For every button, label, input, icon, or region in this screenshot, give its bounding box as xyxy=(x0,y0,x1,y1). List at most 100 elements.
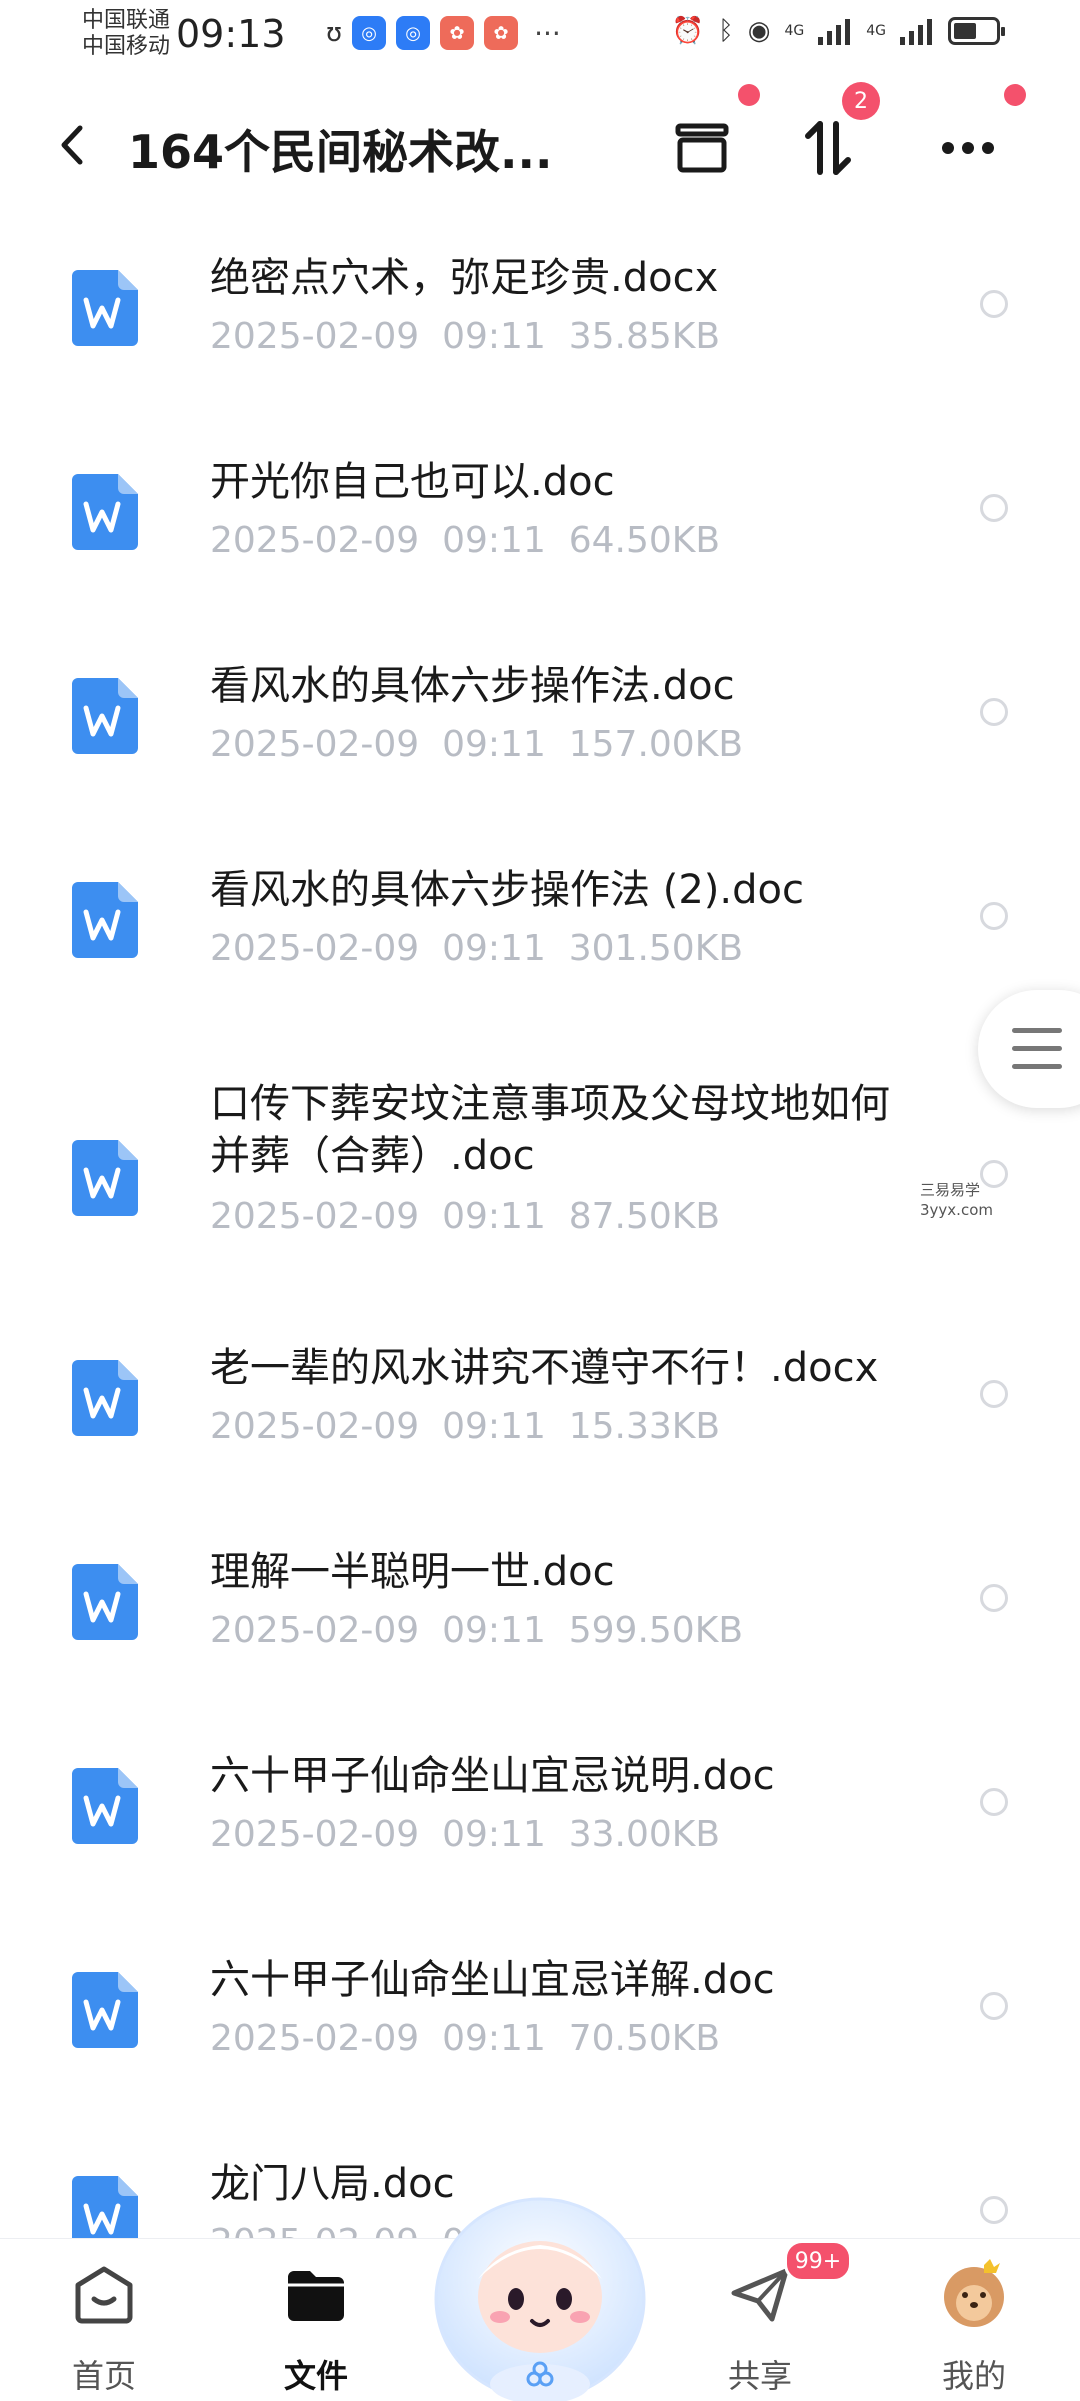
file-time: 09:11 xyxy=(442,1196,546,1237)
sort-button[interactable] xyxy=(790,110,866,186)
network-type-1: 4G xyxy=(784,23,805,39)
file-name: 绝密点穴术，弥足珍贵.docx xyxy=(210,255,719,301)
nav-share-label: 共享 xyxy=(727,2357,792,2395)
nav-home-label: 首页 xyxy=(71,2357,136,2395)
file-name: 六十甲子仙命坐山宜忌详解.doc xyxy=(210,1957,775,2003)
carrier-labels: 中国联通 中国移动 xyxy=(82,8,170,60)
file-date: 2025-02-09 xyxy=(210,2018,420,2059)
file-date: 2025-02-09 xyxy=(210,928,420,969)
file-time: 09:11 xyxy=(442,316,546,357)
file-meta: 2025-02-09 09:11 157.00KB xyxy=(210,724,743,765)
word-document-icon xyxy=(72,1768,138,1844)
file-date: 2025-02-09 xyxy=(210,1406,420,1447)
file-row[interactable]: 开光你自己也可以.doc 2025-02-09 09:11 64.50KB xyxy=(0,434,1080,624)
select-radio[interactable] xyxy=(980,1992,1008,2020)
file-size: 599.50KB xyxy=(568,1610,744,1651)
battery-icon xyxy=(948,17,1005,45)
file-name: 理解一半聪明一世.doc xyxy=(210,1549,615,1595)
nav-mine[interactable]: 我的 xyxy=(904,2259,1044,2399)
select-radio[interactable] xyxy=(980,2196,1008,2224)
archive-icon xyxy=(675,123,729,173)
file-row[interactable]: 老一辈的风水讲究不遵守不行！.docx 2025-02-09 09:11 15.3… xyxy=(0,1320,1080,1510)
archive-notification-dot xyxy=(738,84,760,106)
bluetooth-icon: ᛒ xyxy=(718,16,734,46)
assistant-mascot-icon[interactable] xyxy=(430,2179,650,2401)
word-document-icon xyxy=(72,1564,138,1640)
file-meta: 2025-02-09 09:11 35.85KB xyxy=(210,316,720,357)
file-time: 09:11 xyxy=(442,1610,546,1651)
file-meta: 2025-02-09 09:11 301.50KB xyxy=(210,928,743,969)
bottom-navigation: 首页 文件 共享 我的 xyxy=(0,2197,1080,2401)
file-meta: 2025-02-09 09:11 70.50KB xyxy=(210,2018,720,2059)
nav-files-label: 文件 xyxy=(283,2357,348,2395)
file-date: 2025-02-09 xyxy=(210,1196,420,1237)
file-row[interactable]: 绝密点穴术，弥足珍贵.docx 2025-02-09 09:11 35.85KB xyxy=(0,230,1080,420)
network-type-2: 4G xyxy=(866,23,886,39)
battery-level xyxy=(954,23,976,39)
page-title: 164个民间秘术改... xyxy=(128,125,553,179)
app-notification-icon: ◎ xyxy=(396,16,431,50)
carrier-1: 中国联通 xyxy=(82,8,171,33)
more-notification-dot xyxy=(1004,84,1026,106)
hotspot-icon: ◉ xyxy=(747,16,771,46)
home-icon xyxy=(75,2266,133,2324)
word-document-icon xyxy=(72,678,138,754)
file-name: 看风水的具体六步操作法 (2).doc xyxy=(210,867,804,913)
file-time: 09:11 xyxy=(442,1406,546,1447)
share-badge: 99+ xyxy=(784,2240,852,2282)
file-name: 看风水的具体六步操作法.doc xyxy=(210,663,735,709)
select-radio[interactable] xyxy=(980,1788,1008,1816)
file-row[interactable]: 口传下葬安坟注意事项及父母坟地如何并葬（合葬）.doc 2025-02-09 09… xyxy=(0,1056,1080,1306)
file-date: 2025-02-09 xyxy=(210,724,420,765)
more-icon xyxy=(942,142,994,154)
file-row[interactable]: 看风水的具体六步操作法.doc 2025-02-09 09:11 157.00KB xyxy=(0,638,1080,828)
file-size: 64.50KB xyxy=(568,520,721,561)
file-size: 157.00KB xyxy=(568,724,744,765)
file-row[interactable]: 理解一半聪明一世.doc 2025-02-09 09:11 599.50KB xyxy=(0,1524,1080,1714)
word-document-icon xyxy=(72,1140,138,1216)
archive-button[interactable] xyxy=(664,110,740,186)
select-radio[interactable] xyxy=(980,1584,1008,1612)
word-document-icon xyxy=(72,1360,138,1436)
carrier-2: 中国移动 xyxy=(82,34,171,59)
word-document-icon xyxy=(72,1972,138,2048)
file-row[interactable]: 六十甲子仙命坐山宜忌说明.doc 2025-02-09 09:11 33.00KB xyxy=(0,1728,1080,1918)
file-name: 开光你自己也可以.doc xyxy=(210,459,615,505)
select-radio[interactable] xyxy=(980,698,1008,726)
nav-mine-label: 我的 xyxy=(941,2357,1006,2395)
file-row[interactable]: 六十甲子仙命坐山宜忌详解.doc 2025-02-09 09:11 70.50KB xyxy=(0,1932,1080,2122)
file-date: 2025-02-09 xyxy=(210,316,420,357)
system-icons: ⏰ ᛒ ◉ 4G 4G xyxy=(672,16,1005,46)
file-meta: 2025-02-09 09:11 87.50KB xyxy=(210,1196,720,1237)
signal-icon xyxy=(818,19,851,45)
file-meta: 2025-02-09 09:11 599.50KB xyxy=(210,1610,743,1651)
nav-files[interactable]: 文件 xyxy=(246,2259,386,2399)
select-radio[interactable] xyxy=(980,494,1008,522)
select-radio[interactable] xyxy=(980,290,1008,318)
nav-home[interactable]: 首页 xyxy=(34,2259,174,2399)
word-document-icon xyxy=(72,474,138,550)
bear-icon: ʊ xyxy=(326,18,343,48)
top-app-bar: 164个民间秘术改... 2 xyxy=(0,82,1080,200)
file-time: 09:11 xyxy=(442,928,546,969)
file-time: 09:11 xyxy=(442,520,546,561)
file-date: 2025-02-09 xyxy=(210,1814,420,1855)
huawei-icon: ✿ xyxy=(440,16,475,50)
file-size: 35.85KB xyxy=(568,316,721,357)
select-radio[interactable] xyxy=(980,902,1008,930)
more-notifications-icon: ··· xyxy=(534,16,561,50)
avatar xyxy=(944,2259,1004,2327)
word-document-icon xyxy=(72,882,138,958)
file-row[interactable]: 看风水的具体六步操作法 (2).doc 2025-02-09 09:11 301.… xyxy=(0,842,1080,1032)
notification-icons: ʊ ◎ ◎ ✿ ✿ ··· xyxy=(326,16,561,50)
file-date: 2025-02-09 xyxy=(210,1610,420,1651)
folder-icon xyxy=(288,2271,344,2321)
file-time: 09:11 xyxy=(442,2018,546,2059)
watermark: 三易易学 3yyx.com xyxy=(920,1181,993,1219)
select-radio[interactable] xyxy=(980,1380,1008,1408)
more-options-button[interactable] xyxy=(930,110,1006,186)
file-size: 70.50KB xyxy=(568,2018,721,2059)
file-meta: 2025-02-09 09:11 64.50KB xyxy=(210,520,720,561)
back-arrow-icon[interactable] xyxy=(52,120,92,170)
file-time: 09:11 xyxy=(442,724,546,765)
